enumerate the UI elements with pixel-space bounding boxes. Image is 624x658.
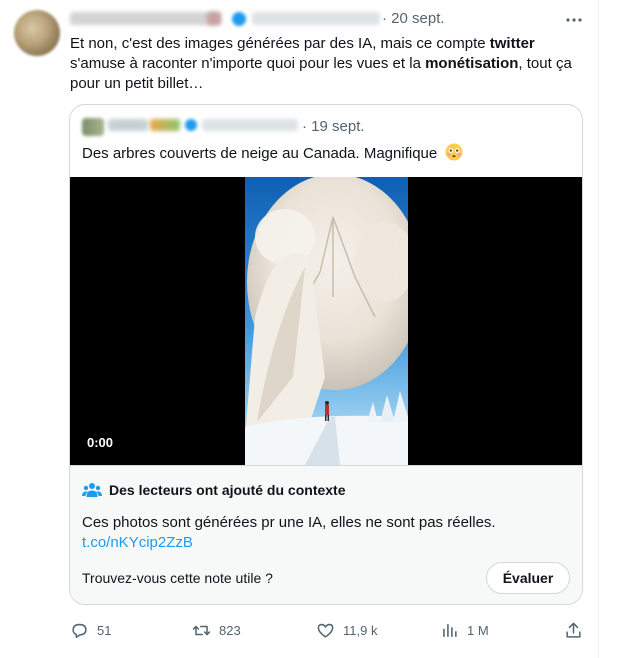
- community-note-body: Ces photos sont générées pr une IA, elle…: [82, 514, 496, 531]
- flushed-face-emoji: [445, 143, 463, 161]
- tweet-text-part: s'amuse à raconter n'importe quoi pour l…: [70, 55, 426, 72]
- retweet-button[interactable]: 823: [192, 620, 241, 640]
- community-note-link[interactable]: t.co/nKYcip2ZzB: [82, 533, 193, 553]
- community-note: Des lecteurs ont ajouté du contexte Ces …: [70, 465, 582, 604]
- quoted-emoji-redacted: [150, 119, 180, 131]
- video-player[interactable]: 0:00: [70, 177, 582, 465]
- more-options-icon[interactable]: [564, 12, 584, 28]
- tweet-text: Et non, c'est des images générées par de…: [70, 34, 580, 94]
- tweet-action-bar: 51 823 11,9 k 1 M: [0, 620, 598, 640]
- quoted-tweet[interactable]: · 19 sept. Des arbres couverts de neige …: [69, 104, 583, 605]
- quoted-text: Des arbres couverts de neige au Canada. …: [82, 143, 463, 164]
- quoted-name-redacted: [108, 119, 148, 131]
- views-button[interactable]: 1 M: [440, 620, 489, 640]
- avatar[interactable]: [14, 10, 60, 56]
- retweet-icon: [192, 625, 211, 635]
- author-name-redacted[interactable]: [70, 12, 220, 25]
- community-note-question: Trouvez-vous cette note utile ?: [82, 570, 273, 586]
- share-icon: [566, 622, 581, 638]
- views-chart-icon: [443, 623, 457, 637]
- tweet-text-part: Et non, c'est des images générées par de…: [70, 35, 490, 52]
- tweet-text-bold-monetisation: monétisation: [425, 55, 519, 72]
- timeline-divider: [598, 0, 599, 658]
- community-readers-icon: [82, 483, 102, 497]
- reply-icon: [72, 623, 87, 638]
- quoted-handle-redacted: [202, 119, 298, 131]
- like-button[interactable]: 11,9 k: [316, 620, 377, 640]
- reply-button[interactable]: 51: [70, 620, 111, 640]
- views-count: 1 M: [467, 622, 489, 638]
- reply-count: 51: [97, 622, 112, 638]
- like-count: 11,9 k: [343, 622, 378, 638]
- author-flag-emoji: [207, 12, 221, 25]
- tweet-date[interactable]: · 20 sept.: [382, 10, 445, 27]
- quoted-text-content: Des arbres couverts de neige au Canada. …: [82, 145, 438, 162]
- community-note-title: Des lecteurs ont ajouté du contexte: [109, 482, 346, 498]
- video-frame-snowy-tree: [245, 177, 408, 465]
- tweet-text-bold-twitter: twitter: [489, 35, 535, 52]
- quoted-date[interactable]: · 19 sept.: [302, 118, 365, 135]
- video-timecode: 0:00: [87, 435, 114, 450]
- rate-note-button[interactable]: Évaluer: [486, 562, 570, 594]
- quoted-avatar: [82, 118, 104, 136]
- author-handle-redacted[interactable]: [252, 12, 380, 25]
- share-button[interactable]: [564, 620, 591, 640]
- heart-icon: [317, 623, 334, 638]
- retweet-count: 823: [219, 622, 241, 638]
- quoted-verified-badge-icon: [185, 119, 197, 131]
- verified-badge-icon: [232, 12, 246, 26]
